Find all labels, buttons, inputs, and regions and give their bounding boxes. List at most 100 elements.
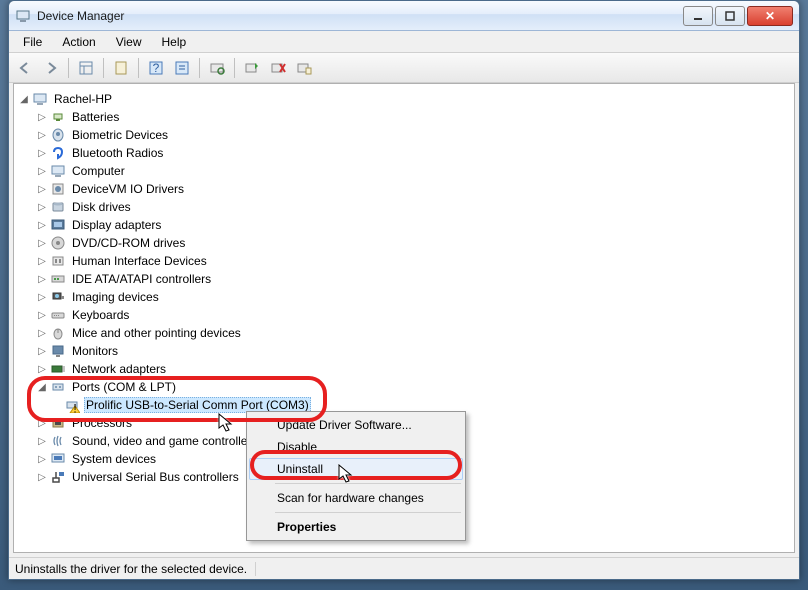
ctx-properties[interactable]: Properties — [249, 516, 463, 538]
tree-category[interactable]: ▷ Network adapters — [18, 360, 790, 378]
category-label: Network adapters — [70, 361, 168, 377]
tree-category[interactable]: ▷Computer — [18, 162, 790, 180]
expander-icon[interactable]: ▷ — [36, 345, 48, 357]
window-title: Device Manager — [37, 9, 681, 23]
toolbar-separator — [199, 58, 200, 78]
tree-category[interactable]: ▷ Mice and other pointing devices — [18, 324, 790, 342]
menu-file[interactable]: File — [13, 33, 52, 51]
expander-icon[interactable]: ▷ — [36, 417, 48, 429]
tree-category-ports[interactable]: ◢ Ports (COM & LPT) — [18, 378, 790, 396]
expander-icon[interactable]: ▷ — [36, 471, 48, 483]
tree-category[interactable]: ▷ Keyboards — [18, 306, 790, 324]
expander-icon[interactable]: ▷ — [36, 291, 48, 303]
category-icon — [50, 271, 66, 287]
context-menu: Update Driver Software... Disable Uninst… — [246, 411, 466, 541]
expander-icon[interactable]: ▷ — [36, 165, 48, 177]
category-label: Mice and other pointing devices — [70, 325, 243, 341]
tree-category[interactable]: ▷ Biometric Devices — [18, 126, 790, 144]
expander-icon[interactable]: ▷ — [36, 129, 48, 141]
menu-view[interactable]: View — [106, 33, 152, 51]
tree-category[interactable]: ▷ Display adapters — [18, 216, 790, 234]
titlebar[interactable]: Device Manager ✕ — [9, 1, 799, 31]
ctx-update-driver[interactable]: Update Driver Software... — [249, 414, 463, 436]
expander-icon[interactable]: ▷ — [36, 435, 48, 447]
category-label: Monitors — [70, 343, 120, 359]
back-button[interactable] — [13, 56, 37, 80]
expander-icon[interactable]: ▷ — [36, 453, 48, 465]
ctx-scan[interactable]: Scan for hardware changes — [249, 487, 463, 509]
category-label: Processors — [70, 415, 134, 431]
window-controls: ✕ — [681, 6, 793, 26]
category-label: Keyboards — [70, 307, 131, 323]
category-icon — [50, 145, 66, 161]
properties-button[interactable] — [109, 56, 133, 80]
tree-category[interactable]: ▷Disk drives — [18, 198, 790, 216]
category-icon — [50, 451, 66, 467]
category-label: DVD/CD-ROM drives — [70, 235, 187, 251]
category-icon — [50, 181, 66, 197]
minimize-button[interactable] — [683, 6, 713, 26]
category-icon — [50, 469, 66, 485]
tree-category[interactable]: ▷ Monitors — [18, 342, 790, 360]
category-icon — [50, 415, 66, 431]
menu-action[interactable]: Action — [52, 33, 105, 51]
forward-button[interactable] — [39, 56, 63, 80]
expander-icon[interactable]: ▷ — [36, 255, 48, 267]
tree-category[interactable]: ▷Imaging devices — [18, 288, 790, 306]
expander-icon[interactable]: ▷ — [36, 327, 48, 339]
category-icon — [50, 199, 66, 215]
expander-icon[interactable]: ▷ — [36, 147, 48, 159]
tree-category[interactable]: ▷ Bluetooth Radios — [18, 144, 790, 162]
expander-icon[interactable]: ◢ — [18, 93, 30, 105]
statusbar: Uninstalls the driver for the selected d… — [9, 557, 799, 579]
category-label: Batteries — [70, 109, 121, 125]
category-label: Universal Serial Bus controllers — [70, 469, 241, 485]
category-icon — [50, 433, 66, 449]
expander-icon[interactable]: ▷ — [36, 237, 48, 249]
category-icon — [50, 361, 66, 377]
category-label: Display adapters — [70, 217, 163, 233]
category-label: Bluetooth Radios — [70, 145, 165, 161]
status-text: Uninstalls the driver for the selected d… — [15, 562, 256, 576]
expander-icon[interactable]: ▷ — [36, 183, 48, 195]
toolbar-action-button[interactable] — [170, 56, 194, 80]
tree-root[interactable]: ◢ Rachel-HP — [18, 90, 790, 108]
toolbar-prop2-button[interactable] — [292, 56, 316, 80]
category-label: Sound, video and game controllers — [70, 433, 259, 449]
expander-icon[interactable]: ▷ — [36, 201, 48, 213]
maximize-button[interactable] — [715, 6, 745, 26]
scan-hardware-button[interactable] — [205, 56, 229, 80]
category-icon — [50, 127, 66, 143]
update-driver-button[interactable] — [240, 56, 264, 80]
port-warning-icon: ! — [64, 397, 80, 413]
uninstall-button[interactable] — [266, 56, 290, 80]
expander-icon[interactable]: ▷ — [36, 363, 48, 375]
tree-category[interactable]: ▷Human Interface Devices — [18, 252, 790, 270]
menu-help[interactable]: Help — [152, 33, 197, 51]
tree-category[interactable]: ▷ Batteries — [18, 108, 790, 126]
expander-icon[interactable]: ▷ — [36, 309, 48, 321]
close-button[interactable]: ✕ — [747, 6, 793, 26]
expander-icon[interactable]: ▷ — [36, 273, 48, 285]
category-label: DeviceVM IO Drivers — [70, 181, 186, 197]
help-button[interactable]: ? — [144, 56, 168, 80]
ctx-disable[interactable]: Disable — [249, 436, 463, 458]
category-label: Biometric Devices — [70, 127, 170, 143]
category-icon — [50, 217, 66, 233]
tree-category[interactable]: ▷ DVD/CD-ROM drives — [18, 234, 790, 252]
category-icon — [50, 289, 66, 305]
menubar: File Action View Help — [9, 31, 799, 53]
app-icon — [15, 8, 31, 24]
port-icon — [50, 379, 66, 395]
svg-text:?: ? — [153, 61, 160, 75]
expander-icon[interactable]: ▷ — [36, 111, 48, 123]
ctx-uninstall[interactable]: Uninstall — [249, 458, 463, 480]
tree-category[interactable]: ▷IDE ATA/ATAPI controllers — [18, 270, 790, 288]
show-tree-button[interactable] — [74, 56, 98, 80]
category-icon — [50, 109, 66, 125]
toolbar-separator — [138, 58, 139, 78]
tree-category[interactable]: ▷ DeviceVM IO Drivers — [18, 180, 790, 198]
expander-icon[interactable]: ▷ — [36, 219, 48, 231]
expander-icon[interactable]: ◢ — [36, 381, 48, 393]
ctx-separator — [275, 483, 461, 484]
